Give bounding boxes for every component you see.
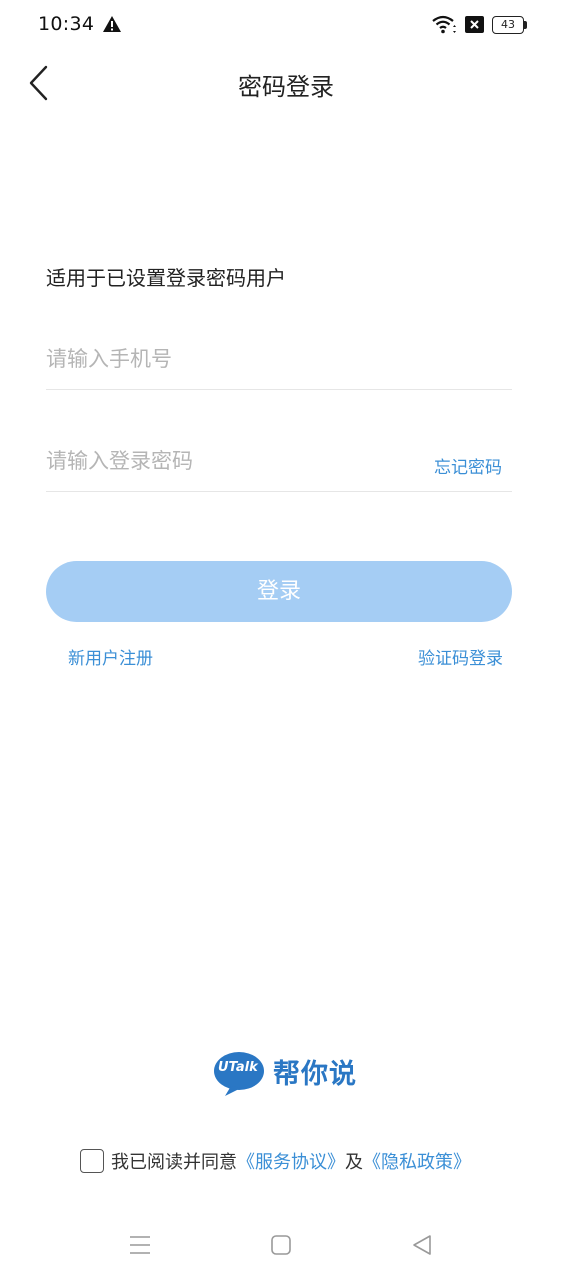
form-subtitle: 适用于已设置登录密码用户 [46, 266, 286, 290]
battery-tip [524, 21, 527, 29]
logo-name: 帮你说 [273, 1059, 357, 1090]
status-bar: 10:34 43 [0, 0, 572, 52]
app-logo: UTalk 帮你说 [213, 1046, 363, 1098]
privacy-policy-link[interactable]: 《隐私政策》 [363, 1148, 471, 1174]
wifi-icon [432, 15, 456, 34]
service-agreement-link[interactable]: 《服务协议》 [237, 1148, 345, 1174]
phone-input[interactable] [46, 338, 406, 380]
password-field: 忘记密码 [46, 432, 512, 492]
battery-level: 43 [492, 16, 524, 34]
header-bar: 密码登录 [0, 52, 572, 114]
battery-icon: 43 [492, 16, 528, 34]
status-time: 10:34 [38, 13, 95, 35]
agreement-row: 我已阅读并同意 《服务协议》 及 《隐私政策》 [80, 1147, 471, 1175]
home-icon[interactable] [270, 1234, 292, 1256]
sim-blocked-icon [465, 16, 484, 33]
login-button[interactable]: 登录 [46, 561, 512, 622]
back-triangle-icon[interactable] [411, 1233, 433, 1257]
agreement-prefix: 我已阅读并同意 [111, 1152, 237, 1173]
agree-checkbox[interactable] [80, 1149, 104, 1173]
sms-login-link[interactable]: 验证码登录 [418, 644, 503, 669]
menu-icon[interactable] [128, 1235, 152, 1255]
register-link[interactable]: 新用户注册 [68, 644, 153, 669]
forgot-password-link[interactable]: 忘记密码 [434, 453, 502, 478]
phone-field [46, 330, 512, 390]
agreement-middle: 及 [345, 1152, 363, 1173]
page-title: 密码登录 [238, 73, 334, 101]
password-input[interactable] [46, 440, 406, 482]
warning-icon [103, 16, 121, 32]
system-nav-bar [0, 1215, 572, 1275]
logo-badge-text: UTalk [218, 1060, 258, 1075]
